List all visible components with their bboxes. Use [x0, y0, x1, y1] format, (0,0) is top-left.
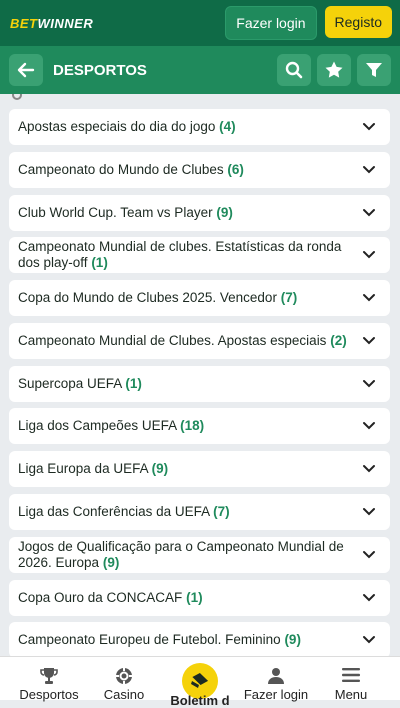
chevron-down-icon — [363, 508, 375, 516]
chevron-down-icon — [363, 209, 375, 217]
item-label: Liga Europa da UEFA (9) — [18, 461, 169, 476]
chevron-down-icon — [363, 294, 375, 302]
top-bar: BETWINNER Fazer login Registo — [0, 0, 400, 46]
item-count: (7) — [213, 504, 230, 519]
arrow-left-icon — [17, 62, 35, 78]
chevron-down-icon — [363, 551, 375, 559]
nav-login[interactable]: Fazer login — [236, 657, 316, 702]
item-count: (1) — [91, 255, 108, 270]
list-item[interactable]: Campeonato Europeu de Futebol. Feminino … — [9, 622, 390, 656]
chevron-down-icon — [363, 422, 375, 430]
list-item[interactable]: Campeonato Mundial de Clubes. Apostas es… — [9, 323, 390, 359]
logo-part-winner: WINNER — [37, 15, 94, 31]
list-item[interactable]: Jogos de Qualificação para o Campeonato … — [9, 537, 390, 573]
section-header: DESPORTOS — [0, 46, 400, 94]
chevron-down-icon — [363, 594, 375, 602]
login-button[interactable]: Fazer login — [225, 6, 317, 40]
hamburger-menu-icon — [342, 668, 360, 682]
user-icon — [268, 668, 284, 684]
item-label: Campeonato Mundial de clubes. Estatístic… — [18, 239, 342, 270]
search-button[interactable] — [277, 54, 311, 86]
competition-list[interactable]: Apostas especiais do dia do jogo (4) Cam… — [0, 94, 400, 656]
casino-chip-icon — [116, 668, 132, 684]
favorites-button[interactable] — [317, 54, 351, 86]
item-label: Supercopa UEFA (1) — [18, 376, 142, 391]
chevron-down-icon — [363, 380, 375, 388]
list-item[interactable]: Campeonato do Mundo de Clubes (6) — [9, 152, 390, 188]
search-icon — [285, 61, 303, 79]
list-item[interactable]: Liga Europa da UEFA (9) — [9, 451, 390, 487]
list-item[interactable]: Supercopa UEFA (1) — [9, 366, 390, 402]
item-count: (4) — [219, 119, 236, 134]
register-button[interactable]: Registo — [324, 6, 392, 38]
chevron-down-icon — [363, 166, 375, 174]
chevron-down-icon — [363, 465, 375, 473]
item-count: (1) — [125, 376, 142, 391]
item-label: Campeonato Europeu de Futebol. Feminino … — [18, 632, 301, 647]
item-label: Campeonato do Mundo de Clubes (6) — [18, 162, 244, 177]
betslip-ticket-icon — [191, 672, 209, 688]
item-count: (6) — [227, 162, 244, 177]
item-count: (1) — [186, 590, 203, 605]
item-count: (9) — [151, 461, 169, 476]
filter-icon — [366, 63, 382, 77]
nav-sports[interactable]: Desportos — [9, 657, 89, 702]
chevron-down-icon — [363, 337, 375, 345]
chevron-down-icon — [363, 123, 375, 131]
item-label: Apostas especiais do dia do jogo (4) — [18, 119, 236, 134]
item-count: (18) — [180, 418, 205, 433]
item-label: Club World Cup. Team vs Player (9) — [18, 205, 233, 220]
list-item[interactable]: Liga das Conferências da UEFA (7) — [9, 494, 390, 530]
filter-button[interactable] — [357, 54, 391, 86]
item-count: (2) — [330, 333, 347, 348]
scroll-indicator — [12, 94, 22, 100]
item-label: Liga dos Campeões UEFA (18) — [18, 418, 205, 433]
bottom-navigation: Desportos Casino Boletim d Fazer login M… — [0, 656, 400, 708]
chevron-down-icon — [363, 636, 375, 644]
list-item[interactable]: Liga dos Campeões UEFA (18) — [9, 408, 390, 444]
list-item[interactable]: Club World Cup. Team vs Player (9) — [9, 195, 390, 231]
item-count: (9) — [102, 555, 120, 570]
logo-part-bet: BET — [10, 15, 38, 31]
item-label: Copa do Mundo de Clubes 2025. Vencedor (… — [18, 290, 298, 305]
item-count: (7) — [280, 290, 298, 305]
betwinner-logo[interactable]: BETWINNER — [10, 16, 93, 31]
list-item[interactable]: Apostas especiais do dia do jogo (4) — [9, 109, 390, 145]
item-label: Campeonato Mundial de Clubes. Apostas es… — [18, 333, 347, 348]
list-item[interactable]: Copa do Mundo de Clubes 2025. Vencedor (… — [9, 280, 390, 316]
item-label: Liga das Conferências da UEFA (7) — [18, 504, 230, 519]
chevron-down-icon — [363, 251, 375, 259]
item-label: Copa Ouro da CONCACAF (1) — [18, 590, 203, 605]
back-button[interactable] — [9, 54, 43, 86]
nav-menu[interactable]: Menu — [311, 657, 391, 702]
item-label: Jogos de Qualificação para o Campeonato … — [18, 539, 344, 570]
list-item[interactable]: Campeonato Mundial de clubes. Estatístic… — [9, 237, 390, 273]
nav-betslip-label: Boletim d — [170, 693, 230, 708]
list-item[interactable]: Copa Ouro da CONCACAF (1) — [9, 580, 390, 616]
section-title: DESPORTOS — [53, 61, 147, 79]
star-icon — [325, 61, 343, 78]
item-count: (9) — [284, 632, 301, 647]
trophy-icon — [40, 668, 58, 684]
item-count: (9) — [216, 205, 233, 220]
